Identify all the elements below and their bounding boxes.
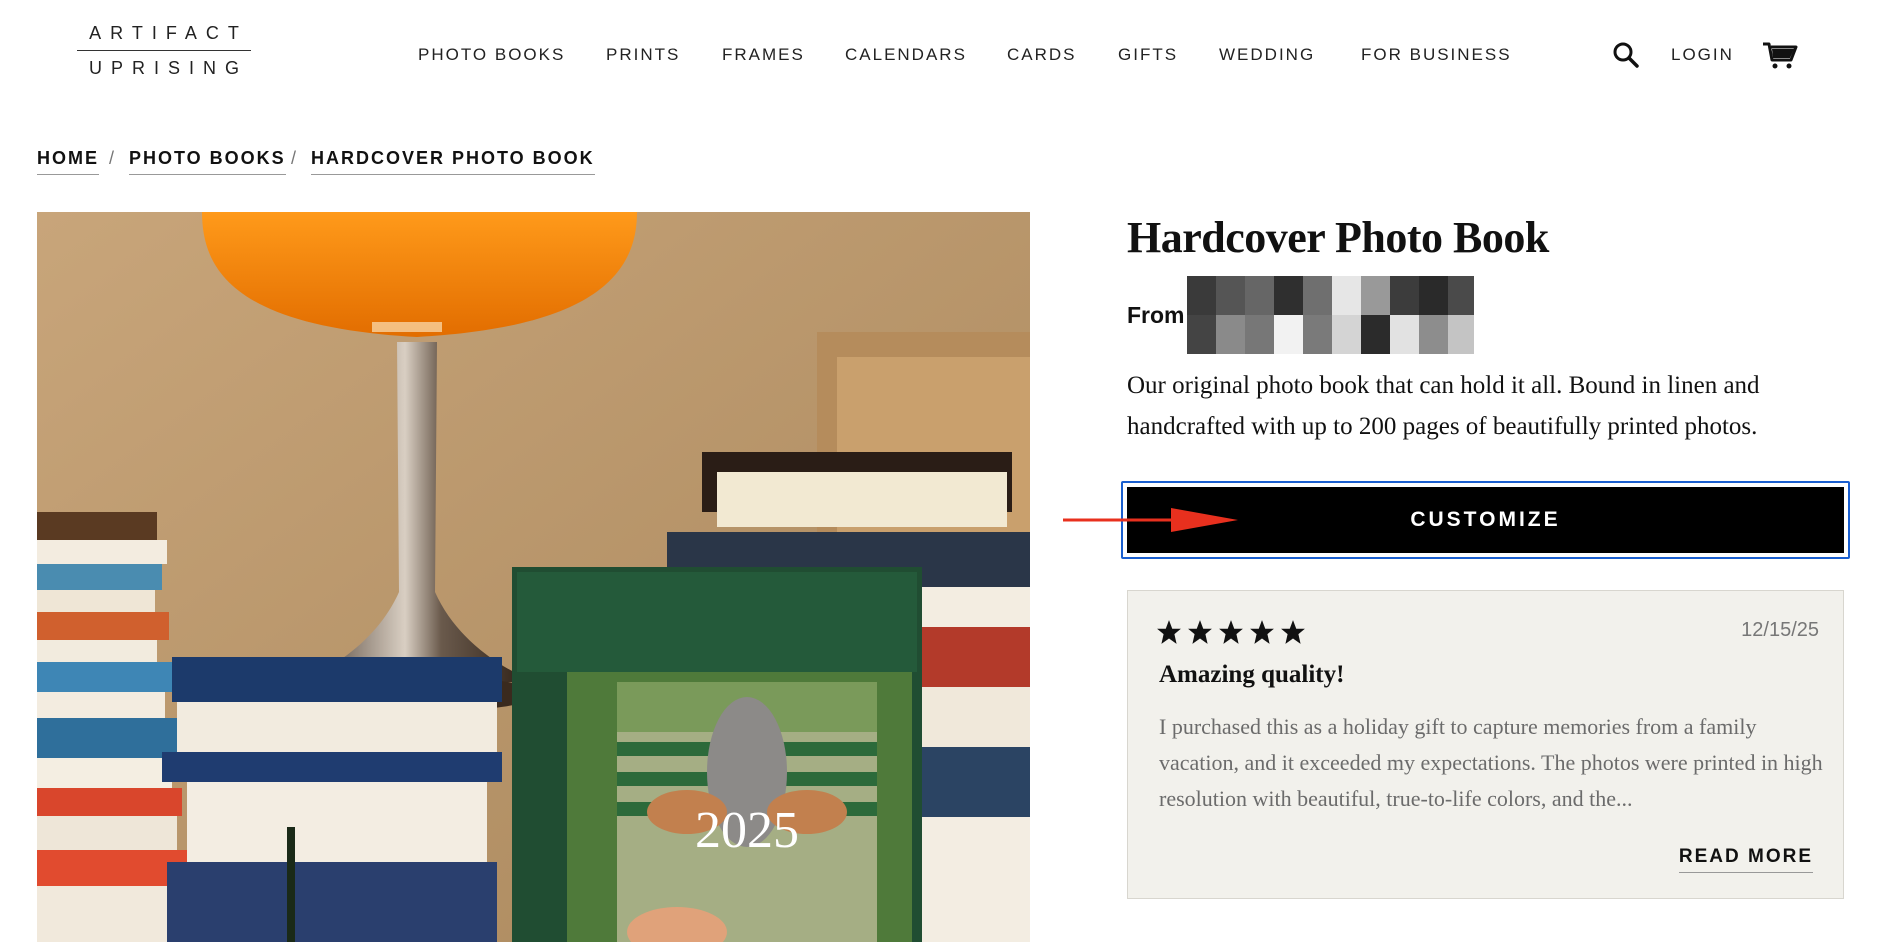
nav-item-wedding[interactable]: WEDDING xyxy=(1219,45,1315,65)
nav-item-prints[interactable]: PRINTS xyxy=(606,45,680,65)
star-icon xyxy=(1157,620,1181,644)
price-prefix: From xyxy=(1127,302,1185,328)
nav-item-gifts[interactable]: GIFTS xyxy=(1118,45,1178,65)
price-redacted xyxy=(1187,276,1474,354)
star-icon xyxy=(1219,620,1243,644)
login-link[interactable]: LOGIN xyxy=(1671,45,1734,65)
book-cover-year: 2025 xyxy=(695,802,799,859)
breadcrumb-separator: / xyxy=(109,148,117,168)
annotation-arrow-icon xyxy=(1063,508,1238,532)
nav-item-cards[interactable]: CARDS xyxy=(1007,45,1077,65)
read-more-link[interactable]: READ MORE xyxy=(1678,846,1813,873)
breadcrumb-hardcover-photo-book[interactable]: HARDCOVER PHOTO BOOK xyxy=(311,148,595,175)
review-body: I purchased this as a holiday gift to ca… xyxy=(1159,714,1823,811)
nav-item-calendars[interactable]: CALENDARS xyxy=(845,45,967,65)
star-icon xyxy=(1281,620,1305,644)
nav-item-for-business[interactable]: FOR BUSINESS xyxy=(1361,45,1512,65)
review-title: Amazing quality! xyxy=(1159,661,1345,688)
search-icon[interactable] xyxy=(1612,41,1640,69)
nav-item-frames[interactable]: FRAMES xyxy=(722,45,805,65)
hero-illustration: 2025 xyxy=(37,212,1030,942)
product-title: Hardcover Photo Book xyxy=(1127,213,1549,262)
main-nav: PHOTO BOOKS PRINTS FRAMES CALENDARS CARD… xyxy=(0,45,1890,65)
breadcrumb-photo-books[interactable]: PHOTO BOOKS xyxy=(129,148,286,175)
product-page: ARTIFACT UPRISING PHOTO BOOKS PRINTS FRA… xyxy=(0,0,1890,942)
breadcrumb-separator: / xyxy=(291,148,299,168)
product-description: Our original photo book that can hold it… xyxy=(1127,372,1760,440)
breadcrumb-home[interactable]: HOME xyxy=(37,148,99,175)
star-icon xyxy=(1188,620,1212,644)
product-hero-image[interactable]: 2025 xyxy=(37,212,1030,942)
star-icon xyxy=(1250,620,1274,644)
nav-item-photo-books[interactable]: PHOTO BOOKS xyxy=(418,45,565,65)
review-date: 12/15/25 xyxy=(1741,619,1819,641)
cart-icon[interactable] xyxy=(1762,40,1798,70)
review-card: 12/15/25 Amazing quality! I purchased th… xyxy=(1127,590,1844,899)
star-rating xyxy=(1156,619,1306,645)
